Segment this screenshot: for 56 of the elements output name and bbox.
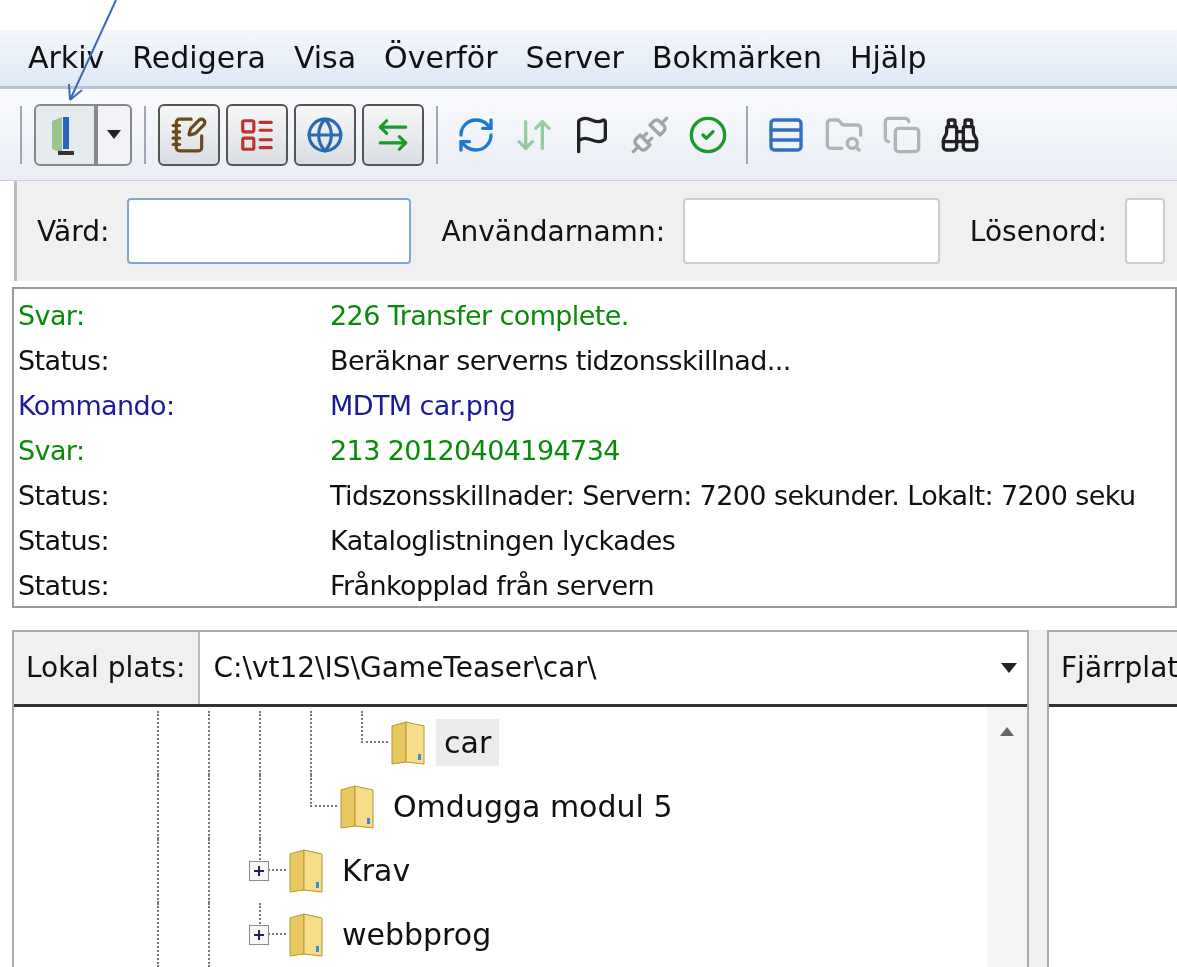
expand-toggle[interactable]: [249, 925, 269, 945]
log-message: 213 20120404194734: [330, 435, 620, 467]
menu-item[interactable]: Hjälp: [835, 40, 941, 76]
log-type: Status:: [18, 570, 110, 602]
folder-icon: [388, 720, 428, 766]
toggle-button[interactable]: [226, 103, 288, 166]
caret-icon: [1001, 663, 1017, 673]
plus-icon: [253, 865, 265, 877]
path-combobox[interactable]: C:\vt12\IS\GameTeaser\car\: [197, 632, 1027, 704]
folder-icon: [286, 848, 326, 894]
expand-toggle[interactable]: [249, 861, 269, 881]
tree-item[interactable]: Omdugga modul 5: [385, 783, 681, 831]
menu-item[interactable]: Server: [511, 40, 638, 76]
path-label: Lokal plats:: [25, 650, 187, 687]
log-type: Svar:: [18, 435, 86, 467]
field-label: Värd:: [37, 214, 110, 248]
site-manager-button[interactable]: [34, 103, 96, 166]
field-label: Användarnamn:: [441, 214, 666, 248]
scrollbar[interactable]: [987, 707, 1027, 967]
toggle-button[interactable]: [362, 103, 424, 166]
log-type: Status:: [18, 345, 110, 377]
caret-icon: [107, 129, 121, 140]
menu-item[interactable]: Bokmärken: [637, 40, 836, 76]
plus-icon: [253, 929, 265, 941]
tree-item[interactable]: car: [436, 719, 500, 767]
menu-item[interactable]: Överför: [370, 40, 512, 76]
log-message: MDTM car.png: [330, 390, 516, 422]
globe-icon: [306, 115, 344, 154]
log-message: Frånkopplad från servern: [330, 570, 655, 602]
log-message: 226 Transfer complete.: [330, 300, 629, 332]
text-field[interactable]: [1125, 198, 1165, 265]
log-message: Tidszonsskillnader: Servern: 7200 sekunder. Lokalt: 7200 seku: [330, 480, 1136, 512]
menu-item[interactable]: Visa: [279, 40, 371, 76]
scroll-up-icon: [1000, 727, 1014, 736]
text-field[interactable]: [127, 198, 412, 265]
log-type: Status:: [18, 525, 110, 557]
field-label: Lösenord:: [969, 214, 1107, 248]
folder-icon: [286, 912, 326, 958]
unplug-icon: [630, 114, 670, 155]
tree-item[interactable]: Krav: [334, 847, 419, 895]
checkmark-icon: [688, 114, 728, 155]
log-message: Beräknar serverns tidzonsskillnad...: [330, 345, 791, 377]
path-label: Fjärrplat: [1060, 650, 1177, 687]
log-type: Status:: [18, 480, 110, 512]
text-field[interactable]: [683, 198, 940, 265]
log-type: Svar:: [18, 300, 86, 332]
log-message: Kataloglistningen lyckades: [330, 525, 676, 557]
dropdown-button[interactable]: [96, 103, 132, 166]
toggle-button[interactable]: [158, 103, 220, 166]
toggle-button[interactable]: [294, 103, 356, 166]
menu-item[interactable]: Redigera: [118, 40, 280, 76]
folder-icon: [337, 784, 377, 830]
notepad-icon: [170, 115, 208, 154]
tree-item[interactable]: webbprog: [334, 911, 500, 959]
copy-icon: [882, 114, 922, 155]
log-type: Kommando:: [18, 390, 176, 422]
